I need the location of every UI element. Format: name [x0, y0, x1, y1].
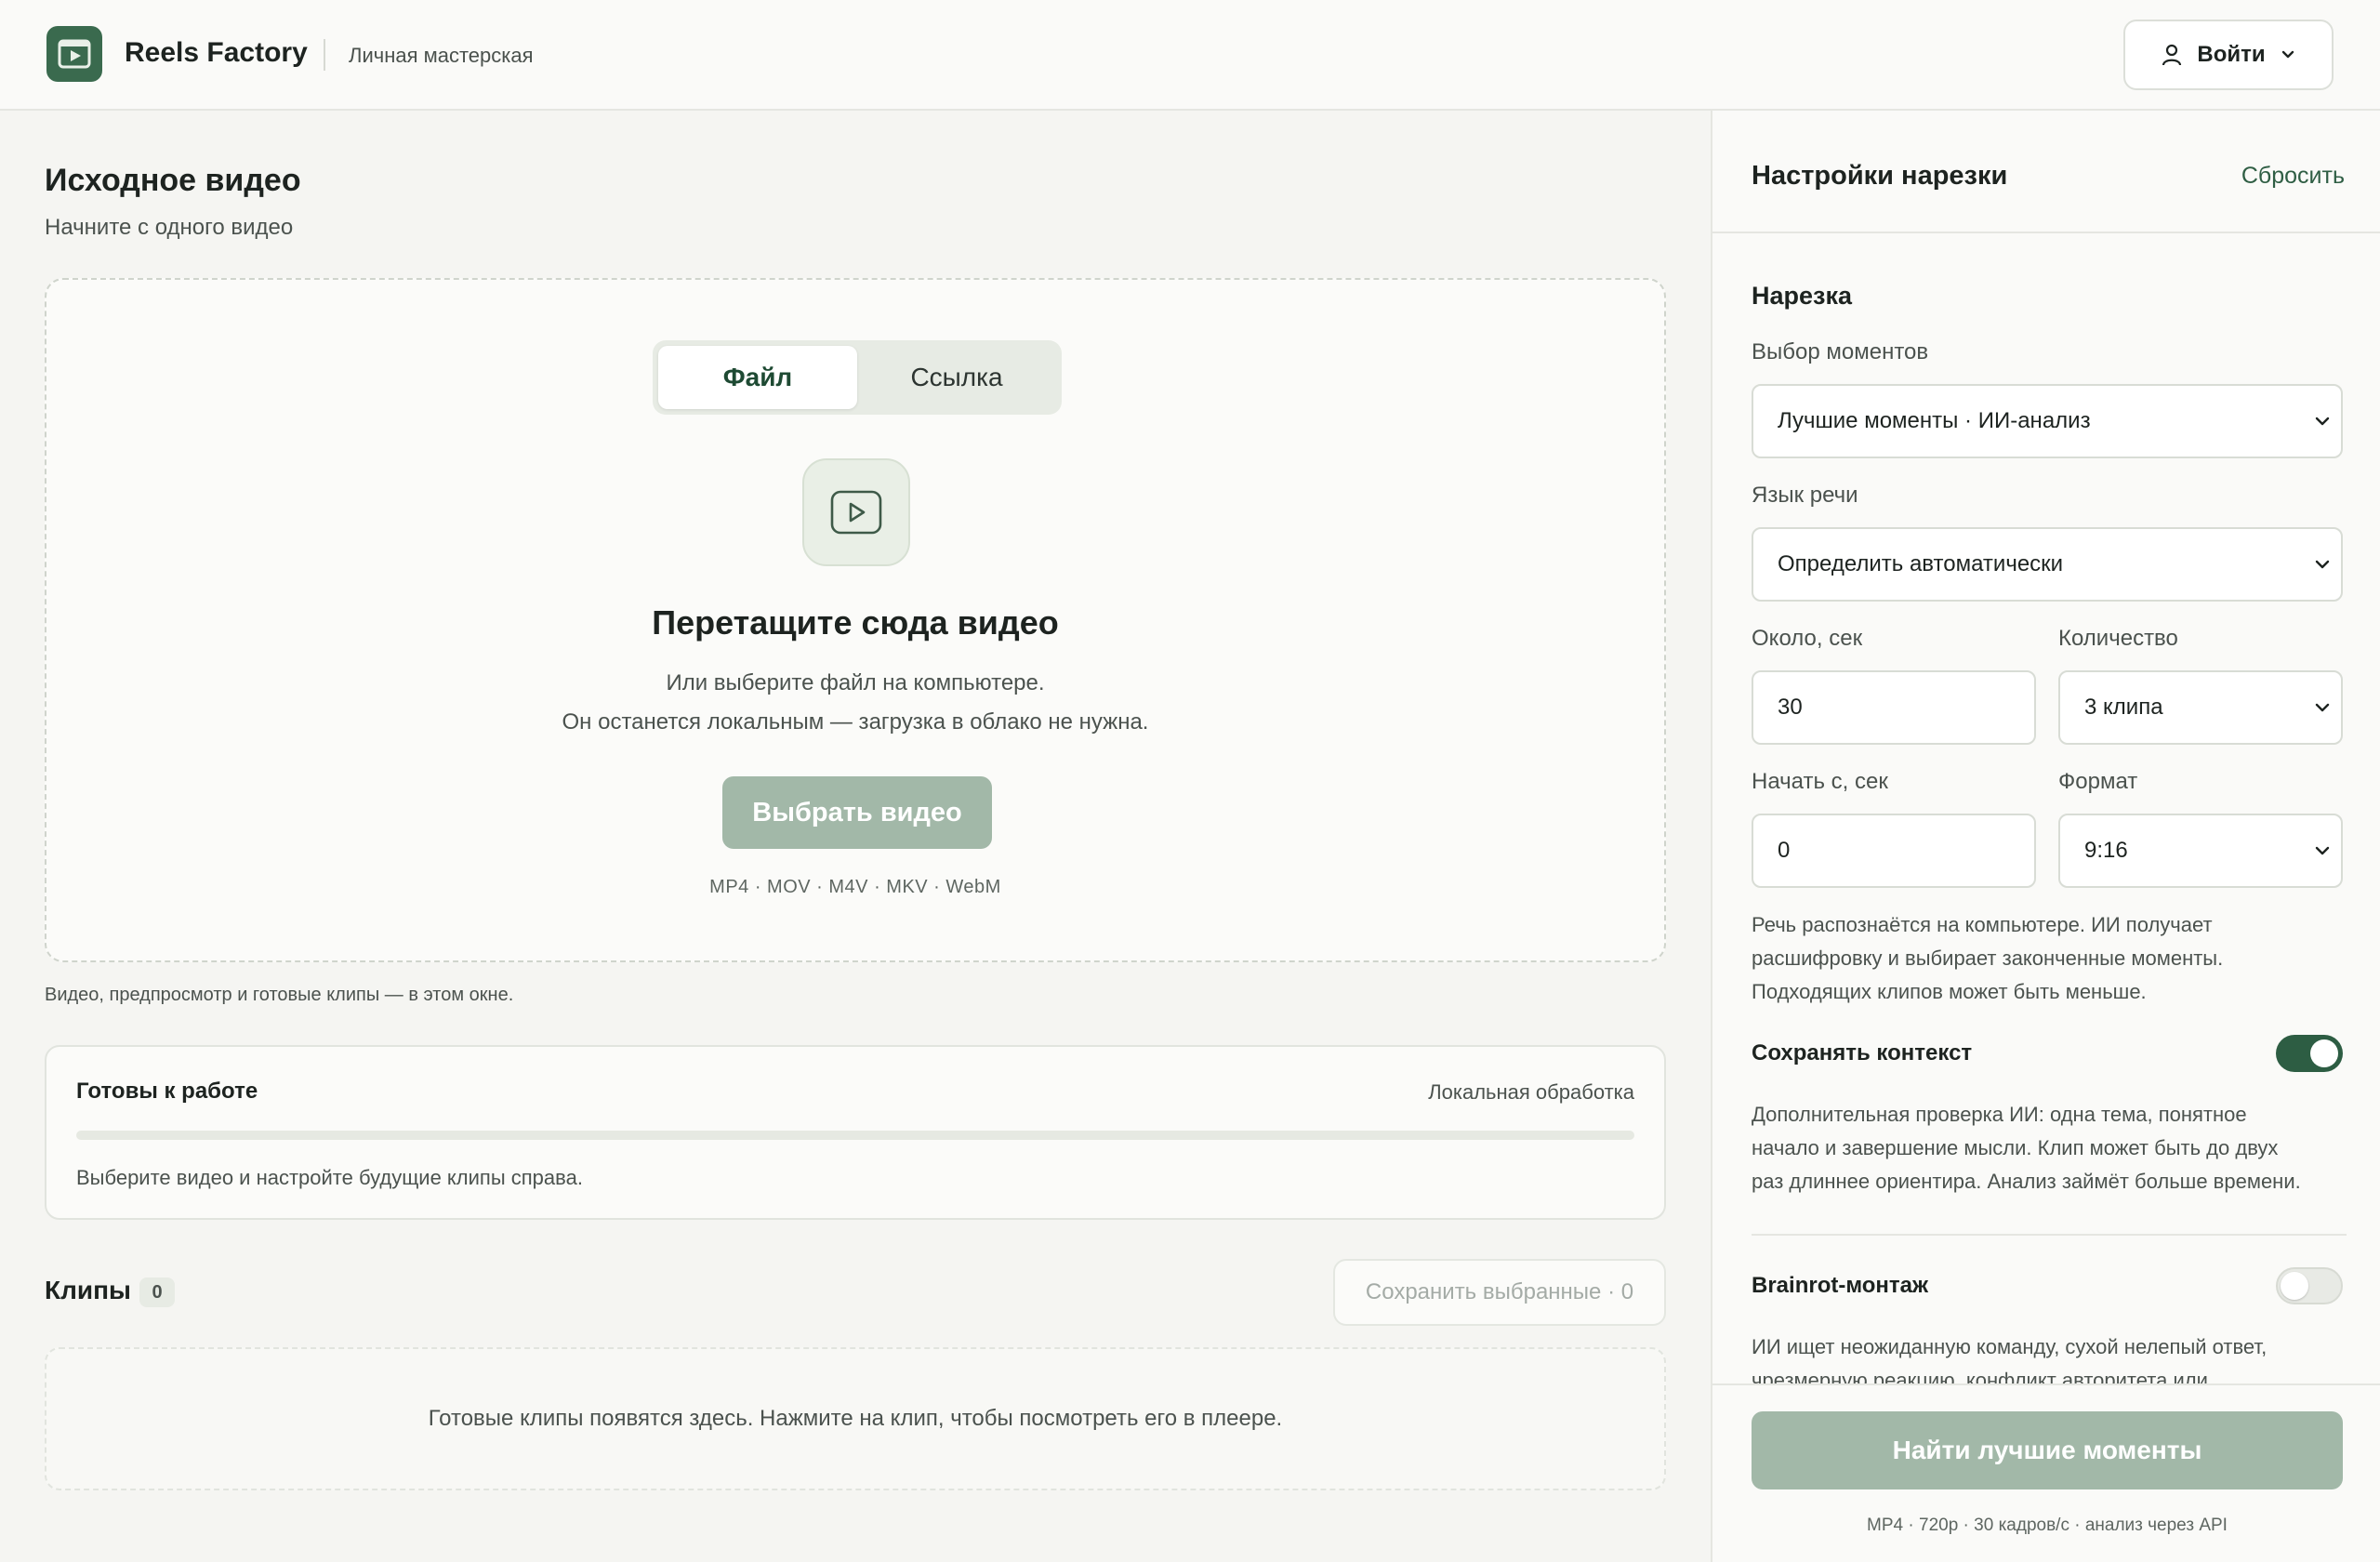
- moments-label: Выбор моментов: [1752, 339, 1929, 364]
- count-select[interactable]: 3 клипа: [2058, 670, 2343, 745]
- count-label: Количество: [2058, 626, 2178, 651]
- clips-empty-text: Готовые клипы появятся здесь. Нажмите на…: [428, 1406, 1283, 1431]
- start-value: 0: [1778, 838, 1791, 863]
- chevron-down-icon: [2315, 417, 2330, 426]
- toggle-knob: [2310, 1039, 2338, 1067]
- brainrot-toggle[interactable]: [2276, 1267, 2343, 1304]
- settings-header: Настройки нарезки Сбросить: [1712, 111, 2380, 233]
- drop-hint-line-2: Он останется локальным — загрузка в обла…: [562, 709, 1149, 735]
- video-play-icon: [802, 458, 910, 566]
- source-subtitle: Начните с одного видео: [45, 215, 294, 240]
- find-moments-button[interactable]: Найти лучшие моменты: [1752, 1411, 2343, 1489]
- status-card: Готовы к работе Локальная обработка Выбе…: [45, 1045, 1666, 1220]
- speech-note-line-2: расшифровку и выбирает законченные момен…: [1752, 946, 2224, 970]
- start-input[interactable]: 0: [1752, 814, 2036, 888]
- source-type-switch: Файл Ссылка: [653, 340, 1062, 415]
- context-note-line-2: начало и завершение мысли. Клип может бы…: [1752, 1136, 2279, 1159]
- context-note-line-1: Дополнительная проверка ИИ: одна тема, п…: [1752, 1103, 2247, 1126]
- login-button[interactable]: Войти: [2123, 20, 2334, 90]
- tab-file[interactable]: Файл: [658, 346, 857, 409]
- save-selected-button[interactable]: Сохранить выбранные · 0: [1333, 1259, 1666, 1326]
- drop-title: Перетащите сюда видео: [652, 603, 1059, 642]
- settings-panel: Настройки нарезки Сбросить Нарезка Выбор…: [1711, 111, 2380, 1562]
- language-label: Язык речи: [1752, 483, 1858, 508]
- source-title: Исходное видео: [45, 163, 301, 198]
- speech-note-line-3: Подходящих клипов может быть меньше.: [1752, 980, 2147, 1003]
- brainrot-note-line-2: чрезмерную реакцию, конфликт авторитета …: [1752, 1369, 2208, 1383]
- chevron-down-icon: [2315, 846, 2330, 855]
- clips-empty-state: Готовые клипы появятся здесь. Нажмите на…: [45, 1347, 1666, 1490]
- start-label: Начать с, сек: [1752, 769, 1888, 794]
- status-title: Готовы к работе: [76, 1079, 258, 1104]
- reset-button[interactable]: Сбросить: [2241, 163, 2345, 190]
- duration-value: 30: [1778, 695, 1803, 720]
- settings-body[interactable]: Нарезка Выбор моментов Лучшие моменты · …: [1712, 235, 2380, 1383]
- format-label: Формат: [2058, 769, 2138, 794]
- chevron-down-icon: [2281, 50, 2294, 59]
- tab-link[interactable]: Ссылка: [857, 346, 1056, 409]
- moments-value: Лучшие моменты · ИИ-анализ: [1778, 408, 2091, 433]
- brand-subtitle: Личная мастерская: [349, 44, 534, 67]
- user-icon: [2162, 44, 2182, 66]
- brainrot-note-line-1: ИИ ищет неожиданную команду, сухой нелеп…: [1752, 1335, 2268, 1358]
- context-toggle-label: Сохранять контекст: [1752, 1040, 1973, 1066]
- brand-name: Reels Factory: [125, 37, 308, 68]
- language-select[interactable]: Определить автоматически: [1752, 527, 2343, 602]
- output-meta: MP4 · 720p · 30 кадров/с · анализ через …: [1867, 1516, 2228, 1535]
- video-play-logo-icon: [46, 26, 102, 82]
- top-header: Reels Factory Личная мастерская Войти: [0, 0, 2380, 111]
- brainrot-toggle-label: Brainrot-монтаж: [1752, 1273, 1929, 1298]
- video-drop-zone[interactable]: Файл Ссылка Перетащите сюда видео Или вы…: [45, 278, 1666, 962]
- duration-input[interactable]: 30: [1752, 670, 2036, 745]
- drop-hint-line-1: Или выберите файл на компьютере.: [666, 670, 1045, 695]
- language-value: Определить автоматически: [1778, 551, 2064, 576]
- moments-select[interactable]: Лучшие моменты · ИИ-анализ: [1752, 384, 2343, 458]
- status-hint: Выберите видео и настройте будущие клипы…: [76, 1166, 583, 1189]
- duration-label: Около, сек: [1752, 626, 1863, 651]
- processing-mode: Локальная обработка: [1428, 1080, 1634, 1104]
- supported-formats: MP4 · MOV · M4V · MKV · WebM: [709, 877, 1001, 897]
- choose-video-button[interactable]: Выбрать видео: [722, 776, 992, 849]
- settings-title: Настройки нарезки: [1752, 161, 2008, 191]
- clips-count-badge: 0: [139, 1277, 175, 1307]
- count-value: 3 клипа: [2084, 695, 2163, 720]
- drop-zone-note: Видео, предпросмотр и готовые клипы — в …: [45, 985, 514, 1005]
- format-select[interactable]: 9:16: [2058, 814, 2343, 888]
- progress-bar: [76, 1131, 1634, 1140]
- settings-footer: Найти лучшие моменты MP4 · 720p · 30 кад…: [1712, 1383, 2380, 1562]
- speech-note-line-1: Речь распознаётся на компьютере. ИИ полу…: [1752, 913, 2213, 936]
- main-area: Исходное видео Начните с одного видео Фа…: [0, 111, 1711, 1562]
- section-title-cutting: Нарезка: [1752, 282, 1852, 310]
- context-note-line-3: раз длиннее ориентира. Анализ займёт бол…: [1752, 1170, 2301, 1193]
- clips-title: Клипы: [45, 1276, 131, 1304]
- context-toggle[interactable]: [2276, 1035, 2343, 1072]
- login-label: Войти: [2197, 42, 2266, 67]
- section-divider: [1752, 1234, 2347, 1236]
- header-divider: [324, 39, 325, 71]
- chevron-down-icon: [2315, 703, 2330, 712]
- toggle-knob: [2281, 1272, 2308, 1300]
- chevron-down-icon: [2315, 560, 2330, 569]
- format-value: 9:16: [2084, 838, 2128, 863]
